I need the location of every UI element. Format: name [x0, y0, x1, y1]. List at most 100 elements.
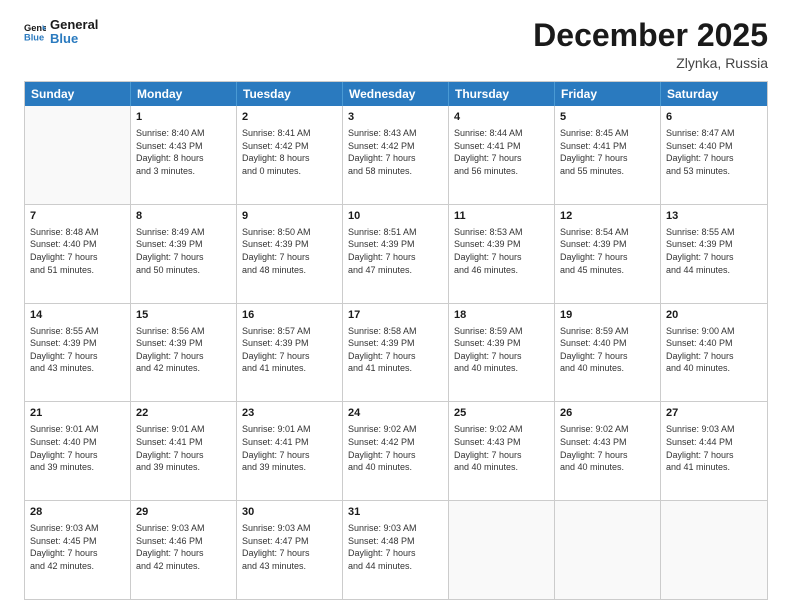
- day-number: 3: [348, 110, 443, 125]
- cal-cell: 5Sunrise: 8:45 AM Sunset: 4:41 PM Daylig…: [555, 106, 661, 204]
- day-number: 13: [666, 209, 762, 224]
- cell-info: Sunrise: 9:03 AM Sunset: 4:46 PM Dayligh…: [136, 522, 231, 572]
- cal-cell: [555, 501, 661, 599]
- day-number: 26: [560, 406, 655, 421]
- cell-info: Sunrise: 8:43 AM Sunset: 4:42 PM Dayligh…: [348, 127, 443, 177]
- cell-info: Sunrise: 9:03 AM Sunset: 4:47 PM Dayligh…: [242, 522, 337, 572]
- day-number: 22: [136, 406, 231, 421]
- day-number: 17: [348, 308, 443, 323]
- cal-cell: 4Sunrise: 8:44 AM Sunset: 4:41 PM Daylig…: [449, 106, 555, 204]
- cal-cell: 23Sunrise: 9:01 AM Sunset: 4:41 PM Dayli…: [237, 402, 343, 500]
- cell-info: Sunrise: 8:50 AM Sunset: 4:39 PM Dayligh…: [242, 226, 337, 276]
- cal-cell: 29 Sunrise: 9:03 AM Sunset: 4:46 PM Dayli…: [131, 501, 237, 599]
- cal-cell: 10 Sunrise: 8:51 AM Sunset: 4:39 PM Dayli…: [343, 205, 449, 303]
- cal-cell: 24 Sunrise: 9:02 AM Sunset: 4:42 PM Dayli…: [343, 402, 449, 500]
- cal-cell: 25 Sunrise: 9:02 AM Sunset: 4:43 PM Dayli…: [449, 402, 555, 500]
- cal-row-0: 1 Sunrise: 8:40 AM Sunset: 4:43 PM Daylig…: [25, 106, 767, 204]
- day-number: 10: [348, 209, 443, 224]
- cell-info: Sunrise: 8:47 AM Sunset: 4:40 PM Dayligh…: [666, 127, 762, 177]
- cell-info: Sunrise: 8:41 AM Sunset: 4:42 PM Dayligh…: [242, 127, 337, 177]
- calendar-header: SundayMondayTuesdayWednesdayThursdayFrid…: [25, 82, 767, 106]
- cal-cell: 8Sunrise: 8:49 AM Sunset: 4:39 PM Daylig…: [131, 205, 237, 303]
- cal-row-2: 14 Sunrise: 8:55 AM Sunset: 4:39 PM Dayli…: [25, 303, 767, 402]
- cell-info: Sunrise: 9:01 AM Sunset: 4:41 PM Dayligh…: [242, 423, 337, 473]
- cal-cell: 9Sunrise: 8:50 AM Sunset: 4:39 PM Daylig…: [237, 205, 343, 303]
- month-title: December 2025: [533, 18, 768, 53]
- cal-cell: 13 Sunrise: 8:55 AM Sunset: 4:39 PM Dayli…: [661, 205, 767, 303]
- cell-info: Sunrise: 9:03 AM Sunset: 4:45 PM Dayligh…: [30, 522, 125, 572]
- cal-cell: 28Sunrise: 9:03 AM Sunset: 4:45 PM Dayli…: [25, 501, 131, 599]
- cal-cell: 3 Sunrise: 8:43 AM Sunset: 4:42 PM Daylig…: [343, 106, 449, 204]
- cal-cell: 19Sunrise: 8:59 AM Sunset: 4:40 PM Dayli…: [555, 304, 661, 402]
- cell-info: Sunrise: 8:59 AM Sunset: 4:40 PM Dayligh…: [560, 325, 655, 375]
- cal-cell: 22 Sunrise: 9:01 AM Sunset: 4:41 PM Dayli…: [131, 402, 237, 500]
- cell-info: Sunrise: 8:55 AM Sunset: 4:39 PM Dayligh…: [30, 325, 125, 375]
- day-number: 24: [348, 406, 443, 421]
- day-number: 12: [560, 209, 655, 224]
- cal-cell: 26 Sunrise: 9:02 AM Sunset: 4:43 PM Dayli…: [555, 402, 661, 500]
- cal-cell: 27Sunrise: 9:03 AM Sunset: 4:44 PM Dayli…: [661, 402, 767, 500]
- cal-cell: 2 Sunrise: 8:41 AM Sunset: 4:42 PM Daylig…: [237, 106, 343, 204]
- cal-cell: 18 Sunrise: 8:59 AM Sunset: 4:39 PM Dayli…: [449, 304, 555, 402]
- location: Zlynka, Russia: [533, 55, 768, 71]
- day-number: 1: [136, 110, 231, 125]
- cell-info: Sunrise: 9:03 AM Sunset: 4:44 PM Dayligh…: [666, 423, 762, 473]
- header-day-saturday: Saturday: [661, 82, 767, 106]
- day-number: 21: [30, 406, 125, 421]
- cell-info: Sunrise: 9:00 AM Sunset: 4:40 PM Dayligh…: [666, 325, 762, 375]
- cell-info: Sunrise: 8:53 AM Sunset: 4:39 PM Dayligh…: [454, 226, 549, 276]
- cell-info: Sunrise: 9:01 AM Sunset: 4:40 PM Dayligh…: [30, 423, 125, 473]
- header-day-tuesday: Tuesday: [237, 82, 343, 106]
- cell-info: Sunrise: 8:45 AM Sunset: 4:41 PM Dayligh…: [560, 127, 655, 177]
- logo-line1: General: [50, 18, 98, 32]
- cal-cell: 20 Sunrise: 9:00 AM Sunset: 4:40 PM Dayli…: [661, 304, 767, 402]
- page: General Blue General Blue December 2025 …: [0, 0, 792, 612]
- header-day-friday: Friday: [555, 82, 661, 106]
- header-day-sunday: Sunday: [25, 82, 131, 106]
- cell-info: Sunrise: 8:59 AM Sunset: 4:39 PM Dayligh…: [454, 325, 549, 375]
- day-number: 20: [666, 308, 762, 323]
- day-number: 18: [454, 308, 549, 323]
- cal-cell: [661, 501, 767, 599]
- cell-info: Sunrise: 8:51 AM Sunset: 4:39 PM Dayligh…: [348, 226, 443, 276]
- cal-cell: [25, 106, 131, 204]
- cell-info: Sunrise: 8:55 AM Sunset: 4:39 PM Dayligh…: [666, 226, 762, 276]
- calendar: SundayMondayTuesdayWednesdayThursdayFrid…: [24, 81, 768, 600]
- day-number: 11: [454, 209, 549, 224]
- cal-cell: 1 Sunrise: 8:40 AM Sunset: 4:43 PM Daylig…: [131, 106, 237, 204]
- cal-cell: [449, 501, 555, 599]
- cal-cell: 17Sunrise: 8:58 AM Sunset: 4:39 PM Dayli…: [343, 304, 449, 402]
- day-number: 14: [30, 308, 125, 323]
- day-number: 31: [348, 505, 443, 520]
- logo: General Blue General Blue: [24, 18, 98, 47]
- cell-info: Sunrise: 8:56 AM Sunset: 4:39 PM Dayligh…: [136, 325, 231, 375]
- day-number: 7: [30, 209, 125, 224]
- day-number: 8: [136, 209, 231, 224]
- cell-info: Sunrise: 9:02 AM Sunset: 4:42 PM Dayligh…: [348, 423, 443, 473]
- day-number: 25: [454, 406, 549, 421]
- header-day-wednesday: Wednesday: [343, 82, 449, 106]
- cal-cell: 11 Sunrise: 8:53 AM Sunset: 4:39 PM Dayli…: [449, 205, 555, 303]
- cell-info: Sunrise: 9:02 AM Sunset: 4:43 PM Dayligh…: [454, 423, 549, 473]
- header-day-thursday: Thursday: [449, 82, 555, 106]
- cal-row-3: 21 Sunrise: 9:01 AM Sunset: 4:40 PM Dayli…: [25, 401, 767, 500]
- day-number: 4: [454, 110, 549, 125]
- cal-row-4: 28Sunrise: 9:03 AM Sunset: 4:45 PM Dayli…: [25, 500, 767, 599]
- cal-cell: 7 Sunrise: 8:48 AM Sunset: 4:40 PM Daylig…: [25, 205, 131, 303]
- day-number: 6: [666, 110, 762, 125]
- cell-info: Sunrise: 9:02 AM Sunset: 4:43 PM Dayligh…: [560, 423, 655, 473]
- logo-line2: Blue: [50, 32, 98, 46]
- day-number: 2: [242, 110, 337, 125]
- cell-info: Sunrise: 8:40 AM Sunset: 4:43 PM Dayligh…: [136, 127, 231, 177]
- logo-icon: General Blue: [24, 21, 46, 43]
- header-day-monday: Monday: [131, 82, 237, 106]
- cal-row-1: 7 Sunrise: 8:48 AM Sunset: 4:40 PM Daylig…: [25, 204, 767, 303]
- cal-cell: 12Sunrise: 8:54 AM Sunset: 4:39 PM Dayli…: [555, 205, 661, 303]
- day-number: 29: [136, 505, 231, 520]
- cell-info: Sunrise: 8:48 AM Sunset: 4:40 PM Dayligh…: [30, 226, 125, 276]
- cell-info: Sunrise: 9:01 AM Sunset: 4:41 PM Dayligh…: [136, 423, 231, 473]
- cal-cell: 21 Sunrise: 9:01 AM Sunset: 4:40 PM Dayli…: [25, 402, 131, 500]
- header: General Blue General Blue December 2025 …: [24, 18, 768, 71]
- cal-cell: 30Sunrise: 9:03 AM Sunset: 4:47 PM Dayli…: [237, 501, 343, 599]
- cell-info: Sunrise: 9:03 AM Sunset: 4:48 PM Dayligh…: [348, 522, 443, 572]
